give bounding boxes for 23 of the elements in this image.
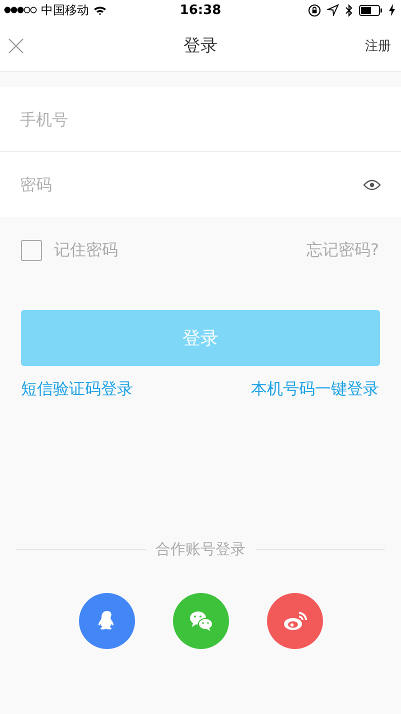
- rotation-lock-icon: [308, 4, 321, 16]
- carrier-name: 中国移动: [41, 2, 89, 18]
- clock-time: 16:38: [180, 2, 222, 18]
- battery-icon: [359, 4, 383, 16]
- forgot-password-link[interactable]: 忘记密码?: [306, 240, 379, 260]
- phone-field[interactable]: 手机号: [20, 104, 381, 134]
- charging-bolt-icon: [389, 4, 395, 16]
- show-password-button[interactable]: [363, 178, 381, 190]
- sms-login-link[interactable]: 短信验证码登录: [21, 379, 133, 400]
- register-button[interactable]: 注册: [365, 36, 391, 54]
- remember-label: 记住密码: [54, 240, 118, 260]
- bluetooth-icon: [345, 4, 353, 16]
- close-button[interactable]: [8, 38, 24, 54]
- partner-login-title: 合作账号登录: [156, 540, 246, 559]
- signal-icon: [4, 6, 37, 14]
- wifi-icon: [93, 4, 107, 16]
- eye-icon: [363, 178, 381, 190]
- one-tap-login-link[interactable]: 本机号码一键登录: [251, 379, 379, 400]
- location-arrow-icon: [327, 4, 339, 16]
- close-icon: [8, 38, 24, 54]
- page-title: 登录: [184, 35, 218, 57]
- remember-checkbox[interactable]: [21, 240, 42, 260]
- password-field[interactable]: 密码: [20, 170, 363, 200]
